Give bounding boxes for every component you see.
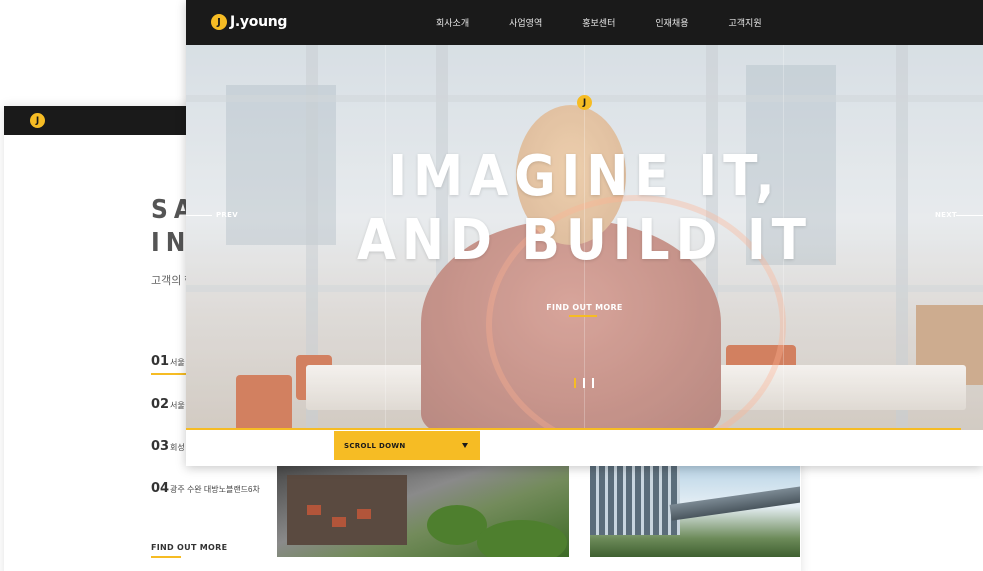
prev-line	[186, 215, 212, 216]
hero-slider: J IMAGINE IT, AND BUILD IT FIND OUT MORE…	[186, 45, 983, 430]
building-photo	[590, 465, 800, 557]
next-button[interactable]: NEXT	[935, 211, 957, 219]
slide-indicator[interactable]	[574, 378, 576, 388]
brand-logo[interactable]: J J.young	[211, 14, 287, 30]
chair-shape	[357, 509, 371, 519]
chair-shape	[307, 505, 321, 515]
menu-item-company[interactable]: 회사소개	[436, 16, 469, 29]
hero-headline: IMAGINE IT, AND BUILD IT	[186, 145, 983, 273]
hero-logo-icon: J	[577, 95, 592, 110]
main-menu: 회사소개 사업영역 홍보센터 인재채용 고객지원	[436, 16, 802, 29]
building-shape	[590, 465, 680, 535]
logo-icon[interactable]: J	[30, 113, 45, 128]
prev-button[interactable]: PREV	[216, 211, 238, 219]
menu-item-business[interactable]: 사업영역	[509, 16, 542, 29]
main-navbar: J J.young 회사소개 사업영역 홍보센터 인재채용 고객지원	[186, 0, 983, 45]
terrace-photo	[277, 465, 569, 557]
list-item-text: 광주 수완 대방노블랜드6차	[170, 485, 260, 494]
slide-indicator[interactable]	[592, 378, 594, 388]
list-item-number: 02	[151, 397, 170, 412]
menu-item-support[interactable]: 고객지원	[729, 16, 762, 29]
menu-item-pr[interactable]: 홍보센터	[582, 16, 615, 29]
content-area	[186, 430, 983, 466]
deck-shape	[287, 475, 407, 545]
hero-bottom-accent-line	[186, 428, 961, 430]
find-out-more-link[interactable]: FIND OUT MORE	[151, 543, 227, 558]
list-item-number: 01	[151, 354, 170, 369]
triangle-down-icon	[462, 443, 468, 448]
hero-headline-line1: IMAGINE IT,	[388, 144, 781, 209]
slide-indicator[interactable]	[583, 378, 585, 388]
hero-headline-line2: AND BUILD IT	[356, 208, 813, 273]
front-mockup-window: J J.young 회사소개 사업영역 홍보센터 인재채용 고객지원 J IMA…	[186, 0, 983, 466]
scroll-down-label: SCROLL DOWN	[344, 441, 406, 450]
list-item-number: 03	[151, 439, 170, 454]
list-item[interactable]: 04광주 수완 대방노블랜드6차	[151, 479, 260, 497]
chair-shape	[332, 517, 346, 527]
brand-name: J.young	[230, 14, 288, 30]
find-out-more-underline	[569, 315, 597, 317]
scroll-down-button[interactable]: SCROLL DOWN	[334, 431, 480, 460]
list-item-number: 04	[151, 481, 170, 496]
menu-item-careers[interactable]: 인재채용	[655, 16, 688, 29]
plant-shape	[477, 520, 567, 557]
logo-icon: J	[211, 14, 227, 30]
next-line	[956, 215, 983, 216]
find-out-more-button[interactable]: FIND OUT MORE	[186, 303, 983, 312]
bridge-shape	[669, 485, 800, 521]
